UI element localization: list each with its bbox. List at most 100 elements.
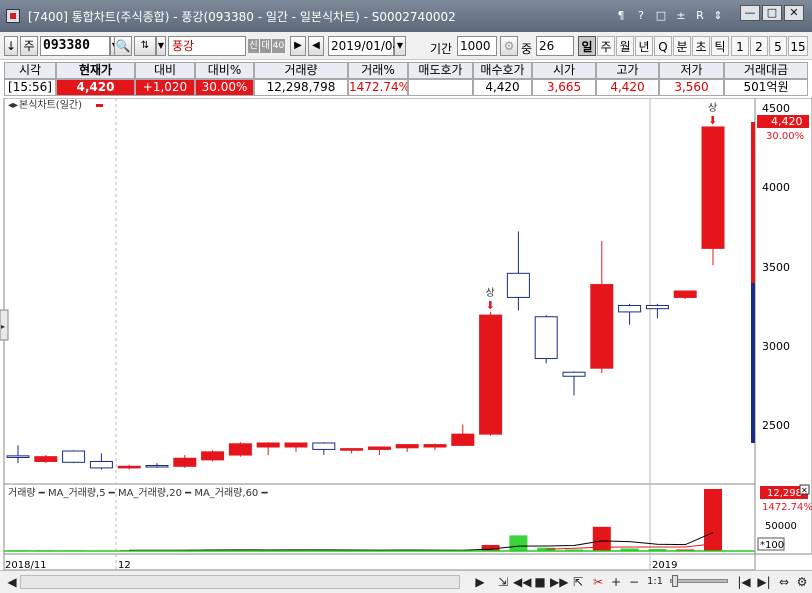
candle-body[interactable]: [6, 455, 30, 458]
rewind-icon[interactable]: ◀◀: [513, 574, 531, 590]
current-pct-tag: 30.00%: [766, 131, 804, 142]
zoom-out-icon[interactable]: −: [626, 574, 642, 590]
scroll-left-button[interactable]: ◀: [4, 574, 20, 590]
minimize-button[interactable]: —: [740, 5, 760, 21]
candle-body[interactable]: [451, 433, 475, 446]
maximize-button[interactable]: □: [762, 5, 782, 21]
interval-5-button[interactable]: 5: [769, 36, 787, 56]
period-week-button[interactable]: 주: [597, 36, 615, 56]
candle-body[interactable]: [145, 465, 169, 468]
time-axis-panel: [3, 553, 756, 571]
chart-area[interactable]: ▸ ◂▸ 본식차트(일간) 거래량 ━ MA_거래량,5 ━ MA_거래량,20…: [0, 97, 812, 571]
sort-dropdown-icon[interactable]: ▼: [156, 36, 166, 56]
value-turnover: 501억원: [724, 79, 808, 96]
period-input[interactable]: 1000: [457, 36, 497, 56]
volume-bar[interactable]: [509, 535, 528, 551]
candle-body[interactable]: [673, 290, 697, 298]
period-year-button[interactable]: 년: [635, 36, 653, 56]
period-tick-button[interactable]: 틱: [711, 36, 729, 56]
chart-navigation-bar: ◀ ▶ ⇲ ◀◀ ■ ▶▶ ⇱ ✂ + − 1:1 |◀ ▶| ⇔ ⚙: [0, 570, 812, 593]
shrink-icon[interactable]: ⇲: [495, 574, 511, 590]
resize-icon[interactable]: ⇕: [710, 7, 726, 24]
period-label: 기간: [430, 42, 453, 56]
date-dropdown-icon[interactable]: ▼: [394, 36, 406, 56]
pin-icon[interactable]: ¶: [613, 7, 629, 24]
candle-body[interactable]: [562, 371, 586, 377]
stock-code-input[interactable]: 093380: [40, 36, 110, 56]
header-bid: 매수호가: [473, 62, 532, 79]
candle-body[interactable]: [312, 442, 336, 450]
candle-body[interactable]: [645, 304, 669, 310]
interval-1-button[interactable]: 1: [731, 36, 749, 56]
left-toggle-arrow-icon[interactable]: ▸: [1, 322, 5, 331]
period-month-button[interactable]: 월: [616, 36, 634, 56]
last-page-icon[interactable]: ▶|: [756, 574, 772, 590]
candle-body[interactable]: [534, 316, 558, 360]
candle-body[interactable]: [618, 304, 642, 313]
plus-minus-icon[interactable]: ±: [673, 7, 689, 24]
candle-body[interactable]: [228, 443, 252, 456]
down-arrow-button[interactable]: ↓: [4, 36, 18, 56]
zoom-slider-track[interactable]: [670, 579, 728, 583]
candle-body[interactable]: [62, 450, 86, 463]
date-input[interactable]: 2019/01/04: [328, 36, 400, 56]
help-icon[interactable]: ?: [633, 7, 649, 24]
candle-body[interactable]: [590, 284, 614, 369]
crosshair-icon[interactable]: ✂: [590, 574, 606, 590]
zoom-in-icon[interactable]: +: [608, 574, 624, 590]
volume-close-x[interactable]: ✕: [801, 486, 808, 495]
search-icon[interactable]: 🔍: [114, 36, 132, 56]
settings-icon[interactable]: ⚙: [794, 574, 810, 590]
stop-icon[interactable]: ■: [532, 574, 548, 590]
period-second-button[interactable]: 초: [692, 36, 710, 56]
candle-body[interactable]: [701, 126, 725, 249]
fit-icon[interactable]: ⇔: [776, 574, 792, 590]
quote-table: 시각 현재가 대비 대비% 거래량 거래% 매도호가 매수호가 시가 고가 저가…: [4, 62, 812, 98]
candle-body[interactable]: [367, 446, 391, 450]
middle-label: 중: [521, 42, 533, 56]
candle-body[interactable]: [117, 465, 141, 469]
scroll-right-button[interactable]: ▶: [472, 574, 488, 590]
middle-input[interactable]: 26: [536, 36, 574, 56]
candle-body[interactable]: [395, 444, 419, 449]
limit-up-arrow-icon: ⬇: [486, 299, 495, 312]
restore-layout-icon[interactable]: □: [653, 7, 669, 24]
period-quarter-button[interactable]: Q: [654, 36, 672, 56]
zoom-slider-thumb[interactable]: [672, 575, 678, 587]
next-button[interactable]: ▶: [290, 36, 306, 56]
close-button[interactable]: ✕: [784, 5, 804, 21]
zoom-ratio[interactable]: 1:1: [646, 574, 664, 590]
scroll-track[interactable]: [20, 575, 460, 589]
interval-2-button[interactable]: 2: [750, 36, 768, 56]
link-icon[interactable]: ⚙: [500, 36, 518, 56]
refresh-icon[interactable]: R: [692, 7, 708, 24]
period-day-button[interactable]: 일: [578, 36, 596, 56]
loan-badge: 대: [260, 39, 271, 53]
fast-forward-icon[interactable]: ▶▶: [550, 574, 568, 590]
candle-body[interactable]: [340, 448, 364, 451]
interval-15-button[interactable]: 15: [788, 36, 808, 56]
candle-body[interactable]: [34, 456, 58, 462]
x-label-12: 12: [118, 560, 131, 570]
panel-title-arrows-icon[interactable]: ◂▸: [8, 100, 18, 111]
candle-body[interactable]: [201, 451, 225, 461]
candle-body[interactable]: [479, 314, 503, 435]
period-minute-button[interactable]: 분: [673, 36, 691, 56]
expand-icon[interactable]: ⇱: [570, 574, 586, 590]
stock-type-button[interactable]: 주: [20, 36, 38, 56]
candle-body[interactable]: [173, 457, 197, 467]
header-volume-pct: 거래%: [348, 62, 408, 79]
price-panel[interactable]: [3, 97, 756, 485]
candle-body[interactable]: [423, 444, 447, 448]
sort-icon[interactable]: ⇅: [134, 36, 156, 56]
candle-body[interactable]: [256, 442, 280, 448]
volume-bar[interactable]: [704, 489, 722, 551]
prev-button[interactable]: ◀: [308, 36, 324, 56]
candle-body[interactable]: [284, 442, 308, 448]
candle-body[interactable]: [506, 272, 530, 298]
stock-chart[interactable]: ▸ ◂▸ 본식차트(일간) 거래량 ━ MA_거래량,5 ━ MA_거래량,20…: [0, 97, 812, 571]
first-page-icon[interactable]: |◀: [736, 574, 752, 590]
candle-body[interactable]: [89, 460, 113, 469]
value-open: 3,665: [532, 79, 596, 96]
price-tick-2500: 2500: [762, 419, 790, 432]
